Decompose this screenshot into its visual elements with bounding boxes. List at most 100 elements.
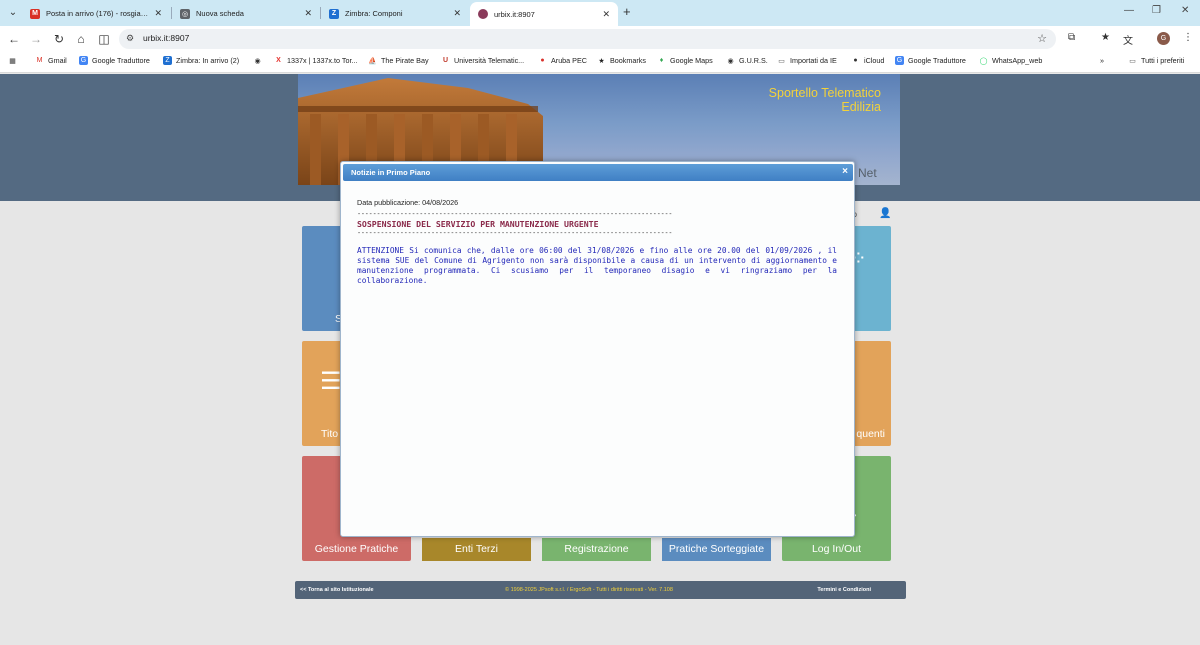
minimize-icon[interactable]: — [1124, 5, 1134, 16]
bookmark-aruba-pec[interactable]: ● Aruba PEC [538, 56, 587, 65]
browser-toolbar: ← → ↻ ⌂ ◫ ⚙ urbix.it:8907 ☆ ⧉ ★ 文 G ⋮ [0, 26, 1200, 52]
translate-icon[interactable]: 文 [1123, 32, 1133, 47]
bookmark-pirate-bay[interactable]: ⛵ The Pirate Bay [368, 56, 429, 65]
page-footer: << Torna al sito Istituzionale © 1998-20… [295, 581, 906, 599]
bookmark-label: G.U.R.S. [739, 56, 768, 65]
tile-label: Pratiche Sorteggiate [668, 543, 765, 555]
bookmark-universita[interactable]: U Università Telematic... [441, 56, 524, 65]
sidebar-icon[interactable]: ◫ [96, 31, 112, 47]
gmail-icon: M [36, 57, 43, 64]
maximize-icon[interactable]: ❐ [1152, 5, 1161, 16]
bookmark-label: Aruba PEC [551, 56, 587, 65]
folder-icon: ▭ [778, 57, 785, 65]
tab-zimbra[interactable]: Z Zimbra: Componi ✕ [321, 3, 469, 24]
bookmark-zimbra[interactable]: Z Zimbra: In arrivo (2) [163, 56, 239, 65]
home-icon[interactable]: ⌂ [73, 31, 89, 47]
tile-label: Enti Terzi [455, 543, 498, 555]
portal-net-label: Net [858, 166, 877, 180]
reload-icon[interactable]: ↻ [51, 31, 67, 47]
tab-title: Nuova scheda [196, 9, 244, 18]
translate-icon: G [895, 56, 904, 65]
bookmark-1337x[interactable]: X 1337x | 1337x.to Tor... [274, 56, 357, 65]
news-text: ATTENZIONE Si comunica che, dalle ore 06… [357, 246, 837, 285]
apps-icon[interactable]: ▦ [8, 56, 21, 65]
whatsapp-icon: ◯ [979, 57, 988, 65]
bookmark-label: Google Traduttore [92, 56, 150, 65]
aruba-icon: ● [540, 57, 545, 64]
bookmark-gmail[interactable]: M Gmail [35, 56, 67, 65]
tile-enti-terzi[interactable]: Enti Terzi [422, 538, 531, 561]
zimbra-icon: Z [163, 56, 172, 65]
close-icon[interactable]: ✕ [453, 8, 461, 19]
translate-icon: G [79, 56, 88, 65]
list-icon: ☰ [320, 368, 342, 395]
bookmarks-icon[interactable]: ★ [1101, 32, 1110, 43]
tile-label: Registrazione [564, 543, 629, 555]
site-favicon-icon [478, 9, 488, 19]
folder-icon: ▭ [1129, 57, 1136, 65]
globe-icon: ◉ [727, 57, 734, 65]
bookmark-google-maps[interactable]: ♦ Google Maps [657, 56, 713, 65]
back-icon[interactable]: ← [6, 31, 22, 47]
address-url[interactable]: urbix.it:8907 [143, 33, 189, 43]
apple-icon: ● [853, 57, 858, 64]
bookmark-star-icon[interactable]: ☆ [1037, 32, 1047, 45]
bookmark-folder-ie[interactable]: ▭ Importati da IE [777, 56, 837, 65]
tile-pratiche-sorteggiate[interactable]: Pratiche Sorteggiate [662, 538, 771, 561]
university-icon: U [442, 57, 449, 64]
tab-title: Zimbra: Componi [345, 9, 403, 18]
modal-body: Data pubblicazione: 04/08/2026 ---------… [357, 198, 837, 286]
bookmark-icloud[interactable]: ● iCloud [851, 56, 884, 65]
tab-new-tab[interactable]: ◎ Nuova scheda ✕ [172, 3, 320, 24]
modal-title: Notizie in Primo Piano [351, 168, 431, 177]
close-icon[interactable]: ✕ [602, 9, 610, 20]
bookmark-bookmarks[interactable]: ★ Bookmarks [597, 56, 646, 65]
bookmark-label: Gmail [48, 56, 67, 65]
bookmark-label: Importati da IE [790, 56, 837, 65]
tab-title: urbix.it:8907 [494, 9, 535, 19]
user-icon[interactable]: 👤 [879, 208, 891, 219]
bookmark-label: Google Maps [670, 56, 713, 65]
news-title: SOSPENSIONE DEL SERVIZIO PER MANUTENZION… [357, 219, 599, 229]
menu-icon[interactable]: ⋮ [1183, 32, 1193, 43]
terms-link[interactable]: Termini e Condizioni [817, 587, 871, 593]
maps-icon: ♦ [659, 57, 664, 64]
copyright-text: © 1998-2025 JPsoft s.r.l. / ErgoSoft - T… [505, 587, 673, 593]
forward-icon[interactable]: → [28, 31, 44, 47]
close-icon[interactable]: ✕ [154, 8, 162, 19]
extensions-icon[interactable]: ⧉ [1068, 32, 1075, 43]
tile-registrazione[interactable]: Registrazione [542, 538, 651, 561]
tile-label: Gestione Pratiche [314, 543, 399, 555]
tab-search-icon[interactable]: ⌄ [6, 6, 20, 20]
portal-title-line2: Edilizia [841, 100, 881, 114]
bookmark-label: 1337x | 1337x.to Tor... [287, 56, 358, 65]
bookmark-label: Università Telematic... [454, 56, 525, 65]
bookmark-google-translate-2[interactable]: G Google Traduttore [895, 56, 966, 65]
bookmarks-bar: ▦ M Gmail G Google Traduttore Z Zimbra: In … [0, 52, 1200, 73]
back-to-site-link[interactable]: << Torna al sito Istituzionale [300, 587, 374, 593]
bookmark-globe[interactable]: ◉ [253, 56, 266, 65]
bookmark-gurs[interactable]: ◉ G.U.R.S. [726, 56, 768, 65]
bookmark-label: The Pirate Bay [381, 56, 429, 65]
new-tab-icon[interactable]: + [623, 5, 631, 19]
bookmark-all-folder[interactable]: ▭ Tutti i preferiti [1128, 56, 1184, 65]
publication-date: Data pubblicazione: 04/08/2026 [357, 198, 459, 207]
tab-urbix[interactable]: urbix.it:8907 ✕ [470, 2, 618, 26]
bookmark-whatsapp[interactable]: ◯ WhatsApp_web [979, 56, 1043, 65]
separator-bottom: ----------------------------------------… [357, 229, 673, 237]
bookmark-label: Zimbra: In arrivo (2) [176, 56, 240, 65]
bookmark-google-translate[interactable]: G Google Traduttore [79, 56, 150, 65]
tab-title: Posta in arrivo (176) - rosgia3@ [46, 9, 149, 18]
page: Sportello Telematico Edilizia Net icato … [0, 74, 1200, 645]
address-bar[interactable]: ⚙ urbix.it:8907 ☆ [119, 29, 1056, 49]
bookmark-label: WhatsApp_web [992, 56, 1043, 65]
bookmarks-overflow-icon[interactable]: » [1100, 56, 1104, 65]
window-close-icon[interactable]: ✕ [1181, 5, 1189, 16]
site-info-icon[interactable]: ⚙ [126, 33, 134, 44]
profile-avatar-icon[interactable]: G [1157, 32, 1170, 45]
close-icon[interactable]: × [842, 166, 848, 177]
tab-gmail[interactable]: M Posta in arrivo (176) - rosgia3@ ✕ [22, 3, 170, 24]
portal-title: Sportello Telematico Edilizia [769, 86, 881, 114]
star-icon: ★ [598, 57, 605, 65]
close-icon[interactable]: ✕ [304, 8, 312, 19]
